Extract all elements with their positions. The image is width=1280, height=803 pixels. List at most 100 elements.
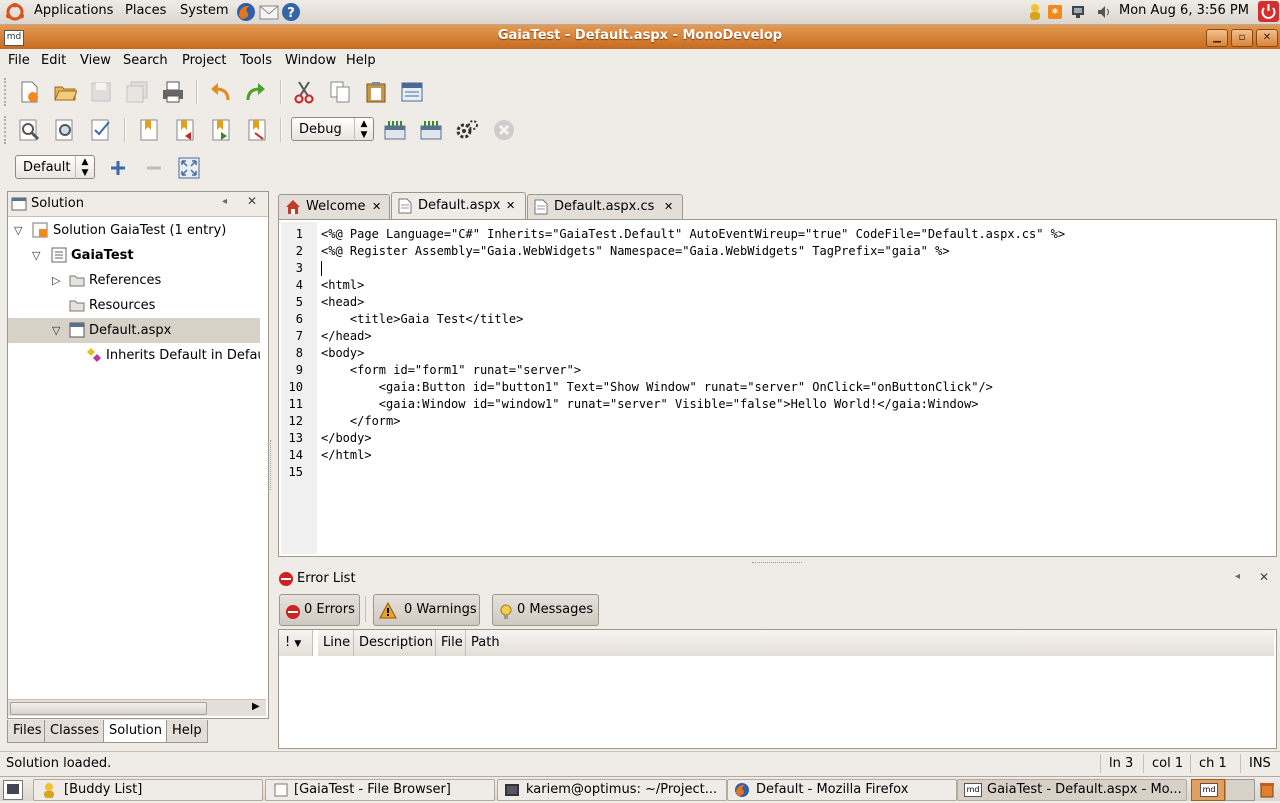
code-line[interactable]: <%@ Register Assembly="Gaia.WebWidgets" … (321, 243, 950, 260)
fullscreen-icon[interactable] (177, 156, 201, 180)
close-tab-icon[interactable]: ✕ (506, 194, 515, 217)
messages-toggle-button[interactable]: 0 Messages (492, 594, 599, 626)
horizontal-scrollbar[interactable]: ▶ (8, 699, 266, 716)
network-icon[interactable] (1070, 4, 1086, 20)
error-table[interactable]: ! ▼ Line Description File Path (278, 629, 1277, 749)
redo-icon[interactable] (244, 80, 268, 104)
buddy-status-icon[interactable] (1027, 3, 1043, 21)
taskbar-monodevelop[interactable]: md GaiaTest - Default.aspx - Mo... (957, 779, 1187, 801)
column-header-severity[interactable]: ! ▼ (279, 630, 313, 656)
tree-item-resources[interactable]: Resources (8, 293, 260, 318)
code-line[interactable]: </head> (321, 328, 372, 345)
tab-classes[interactable]: Classes (44, 720, 105, 743)
column-header-file[interactable]: File (436, 630, 466, 656)
tab-welcome[interactable]: Welcome ✕ (278, 194, 390, 219)
clock[interactable]: Mon Aug 6, 3:56 PM (1119, 3, 1249, 18)
code-line[interactable]: <form id="form1" runat="server"> (321, 362, 581, 379)
save-icon[interactable] (89, 80, 113, 104)
taskbar-file-browser[interactable]: [GaiaTest - File Browser] (265, 779, 495, 801)
tab-default-aspx-cs[interactable]: Default.aspx.cs ✕ (527, 194, 683, 219)
code-line[interactable]: <gaia:Button id="button1" Text="Show Win… (321, 379, 993, 396)
bookmark-clear-icon[interactable] (245, 118, 269, 142)
tree-item-solution[interactable]: ▽ Solution GaiaTest (1 entry) (8, 218, 260, 243)
rebuild-icon[interactable] (419, 118, 443, 142)
code-line[interactable]: </form> (321, 413, 401, 430)
code-line[interactable]: <%@ Page Language="C#" Inherits="GaiaTes… (321, 226, 1065, 243)
bookmark-toggle-icon[interactable] (137, 118, 161, 142)
code-line[interactable]: <title>Gaia Test</title> (321, 311, 523, 328)
menu-window[interactable]: Window (285, 53, 336, 68)
close-window-button[interactable]: ✕ (1256, 29, 1278, 47)
scroll-right-icon[interactable]: ▶ (252, 701, 260, 712)
code-line[interactable]: </body> (321, 430, 372, 447)
stop-icon[interactable] (492, 118, 516, 142)
toolbar-grip[interactable] (4, 78, 9, 106)
minimize-button[interactable]: ▁ (1206, 29, 1228, 47)
close-tab-icon[interactable]: ✕ (372, 195, 381, 218)
new-file-icon[interactable] (17, 80, 41, 104)
expander-collapsed-icon[interactable]: ▷ (52, 268, 60, 293)
menu-search[interactable]: Search (123, 53, 168, 68)
close-pane-icon[interactable]: ✕ (247, 194, 257, 208)
menu-edit[interactable]: Edit (41, 53, 66, 68)
taskbar-firefox[interactable]: Default - Mozilla Firefox (727, 779, 957, 801)
tree-item-project[interactable]: ▽ GaiaTest (8, 243, 260, 268)
taskbar-terminal[interactable]: kariem@optimus: ~/Project... (497, 779, 727, 801)
maximize-button[interactable]: ▫ (1231, 29, 1253, 47)
tab-default-aspx[interactable]: Default.aspx ✕ (391, 192, 526, 219)
menu-file[interactable]: File (8, 53, 30, 68)
system-menu[interactable]: System (180, 3, 228, 18)
tab-solution[interactable]: Solution (103, 720, 168, 743)
menu-view[interactable]: View (80, 53, 111, 68)
column-header-description[interactable]: Description (354, 630, 436, 656)
find-next-icon[interactable] (53, 118, 77, 142)
column-header-path[interactable]: Path (466, 630, 1274, 656)
dock-icon[interactable]: ◂ (1235, 571, 1240, 582)
taskbar-buddy-list[interactable]: [Buddy List] (33, 779, 263, 801)
remove-layout-icon[interactable] (142, 156, 166, 180)
window-titlebar[interactable]: md GaiaTest - Default.aspx - MonoDevelop… (0, 25, 1280, 49)
trash-icon[interactable] (1258, 780, 1276, 798)
code-line[interactable]: <body> (321, 345, 364, 362)
volume-icon[interactable] (1096, 4, 1112, 20)
layout-select[interactable]: Default ▲ ▼ (15, 155, 95, 179)
paste-icon[interactable] (364, 80, 388, 104)
expander-expanded-icon[interactable]: ▽ (32, 243, 40, 268)
applications-menu[interactable]: Applications (34, 3, 113, 18)
errors-toggle-button[interactable]: 0 Errors (279, 594, 360, 626)
bookmark-prev-icon[interactable] (173, 118, 197, 142)
power-icon[interactable] (1258, 1, 1279, 22)
build-config-select[interactable]: Debug ▲ ▼ (291, 117, 374, 141)
scrollbar-thumb[interactable] (10, 702, 207, 715)
column-header-line[interactable]: Line (318, 630, 354, 656)
update-notifier-icon[interactable]: * (1047, 4, 1063, 20)
tree-item-default-aspx[interactable]: ▽ Default.aspx (8, 318, 260, 343)
menu-project[interactable]: Project (182, 53, 226, 68)
code-line[interactable]: <html> (321, 277, 364, 294)
pane-splitter[interactable] (270, 440, 273, 490)
warnings-toggle-button[interactable]: 0 Warnings (373, 594, 480, 626)
build-icon[interactable] (383, 118, 407, 142)
mail-launcher-icon[interactable] (259, 3, 279, 21)
places-menu[interactable]: Places (125, 3, 166, 18)
menu-help[interactable]: Help (346, 53, 376, 68)
add-layout-icon[interactable] (106, 156, 130, 180)
delete-icon[interactable] (400, 80, 424, 104)
menu-tools[interactable]: Tools (240, 53, 272, 68)
dock-icon[interactable]: ◂ (222, 196, 227, 207)
undo-icon[interactable] (208, 80, 232, 104)
firefox-launcher-icon[interactable] (236, 2, 256, 22)
toolbar-grip[interactable] (4, 116, 9, 144)
bookmark-next-icon[interactable] (209, 118, 233, 142)
save-all-icon[interactable] (125, 80, 149, 104)
code-line[interactable]: <head> (321, 294, 364, 311)
copy-icon[interactable] (328, 80, 352, 104)
tree-item-references[interactable]: ▷ References (8, 268, 260, 293)
tree-item-inherits[interactable]: Inherits Default in Default (8, 343, 260, 368)
ubuntu-logo-icon[interactable] (6, 2, 24, 21)
close-tab-icon[interactable]: ✕ (664, 195, 673, 218)
workspace-switcher-1[interactable]: md (1191, 779, 1225, 801)
code-editor[interactable]: 1 2 3 4 5 6 7 8 9 10 11 12 13 14 15 <%@ Page Language=… (278, 219, 1277, 557)
open-file-icon[interactable] (53, 80, 78, 104)
workspace-switcher-2[interactable] (1225, 779, 1255, 801)
